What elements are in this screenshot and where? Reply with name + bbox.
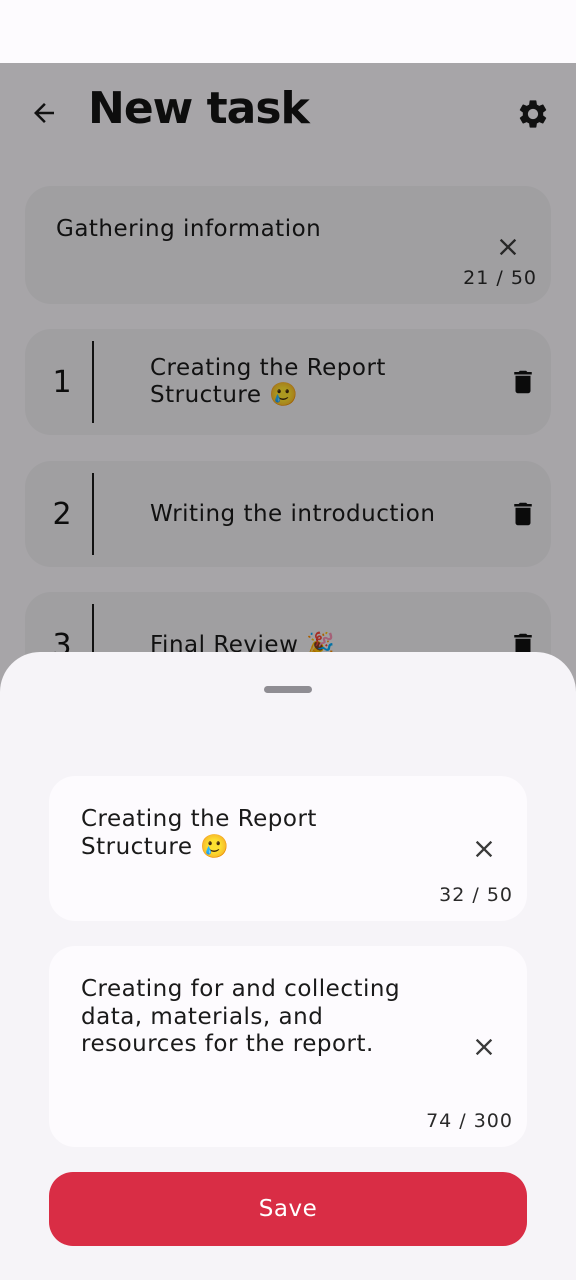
step-name-value: Creating the Report Structure 🥲 bbox=[81, 806, 317, 860]
edit-step-bottom-sheet: Creating the Report Structure 🥲 32 / 50 … bbox=[0, 652, 576, 1280]
close-icon bbox=[475, 1038, 493, 1056]
drag-handle[interactable] bbox=[264, 686, 312, 693]
step-description-field[interactable]: Creating for and collecting data, materi… bbox=[49, 946, 527, 1147]
clear-step-name-button[interactable] bbox=[467, 832, 501, 866]
step-name-field[interactable]: Creating the Report Structure 🥲 32 / 50 bbox=[49, 776, 527, 921]
description-char-counter: 74 / 300 bbox=[426, 1110, 513, 1132]
clear-description-button[interactable] bbox=[467, 1030, 501, 1064]
save-button[interactable]: Save bbox=[49, 1172, 527, 1246]
close-icon bbox=[475, 840, 493, 858]
step-name-char-counter: 32 / 50 bbox=[439, 884, 513, 906]
step-description-value: Creating for and collecting data, materi… bbox=[81, 976, 401, 1057]
status-bar bbox=[0, 0, 576, 63]
